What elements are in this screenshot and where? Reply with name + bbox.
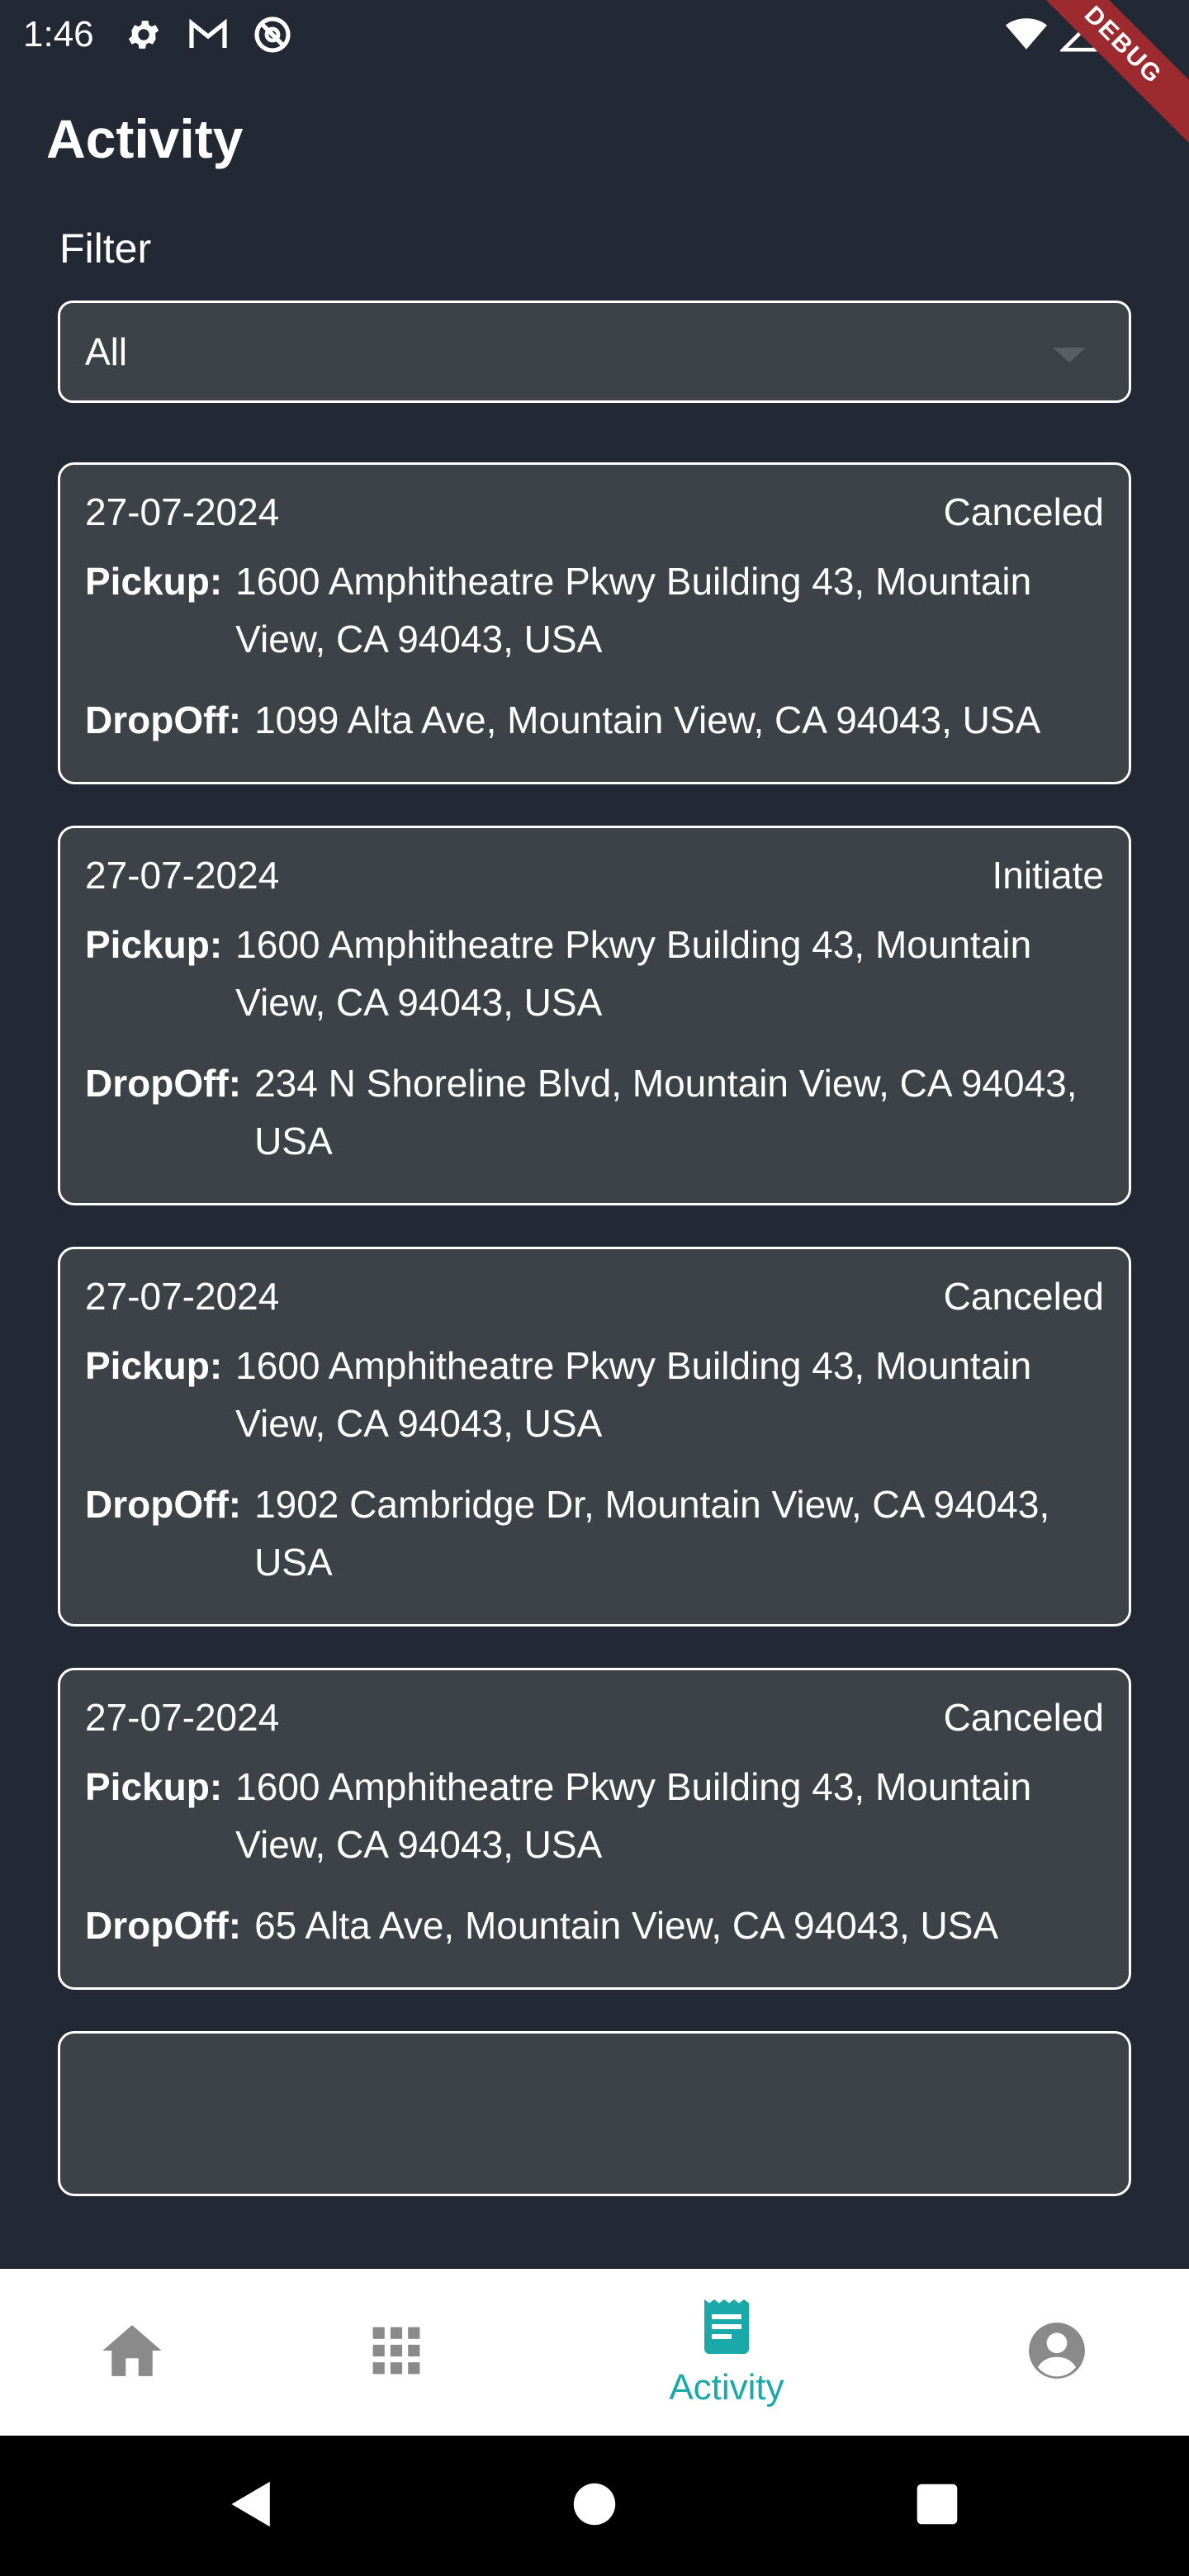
- ride-status: Canceled: [943, 490, 1104, 533]
- pickup-address: 1600 Amphitheatre Pkwy Building 43, Moun…: [235, 560, 1032, 661]
- home-icon: [101, 2323, 163, 2383]
- status-bar: 1:46 DEBUG: [0, 0, 1189, 149]
- gear-icon: [124, 15, 163, 54]
- dropoff-address: 1099 Alta Ave, Mountain View, CA 94043, …: [254, 698, 1041, 741]
- dropoff-address: 234 N Shoreline Blvd, Mountain View, CA …: [254, 1062, 1078, 1163]
- recents-button[interactable]: [892, 2436, 983, 2576]
- ride-status: Initiate: [992, 854, 1104, 897]
- back-icon: [229, 2479, 275, 2533]
- ride-card[interactable]: [58, 2031, 1131, 2196]
- dropoff-address: 65 Alta Ave, Mountain View, CA 94043, US…: [254, 1904, 999, 1947]
- home-button[interactable]: [553, 2436, 636, 2576]
- ride-card[interactable]: 27-07-2024 Canceled Pickup: 1600 Amphith…: [58, 462, 1131, 784]
- receipt-icon: [700, 2297, 753, 2361]
- activity-list[interactable]: 27-07-2024 Canceled Pickup: 1600 Amphith…: [58, 462, 1131, 2269]
- ride-status: Canceled: [943, 1696, 1104, 1739]
- dropoff-label: DropOff:: [85, 1904, 242, 1947]
- ride-card[interactable]: 27-07-2024 Canceled Pickup: 1600 Amphith…: [58, 1247, 1131, 1627]
- ride-date: 27-07-2024: [85, 1275, 280, 1318]
- dropoff-label: DropOff:: [85, 1483, 242, 1526]
- gmail-icon: [188, 15, 228, 54]
- pickup-address: 1600 Amphitheatre Pkwy Building 43, Moun…: [235, 923, 1032, 1024]
- dropoff-address: 1902 Cambridge Dr, Mountain View, CA 940…: [254, 1483, 1050, 1584]
- no-entry-icon: [253, 15, 292, 54]
- ride-status: Canceled: [943, 1275, 1104, 1318]
- pickup-label: Pickup:: [85, 923, 223, 966]
- ride-card[interactable]: 27-07-2024 Canceled Pickup: 1600 Amphith…: [58, 1668, 1131, 1990]
- pickup-label: Pickup:: [85, 1344, 223, 1387]
- apps-grid-icon: [371, 2325, 422, 2380]
- nav-home[interactable]: [83, 2269, 182, 2436]
- ride-card[interactable]: 27-07-2024 Initiate Pickup: 1600 Amphith…: [58, 826, 1131, 1205]
- dropdown-arrow-icon: [1053, 348, 1086, 362]
- dropoff-label: DropOff:: [85, 698, 242, 741]
- ride-date: 27-07-2024: [85, 490, 280, 533]
- filter-label: Filter: [59, 225, 152, 272]
- filter-selected-value: All: [85, 330, 128, 373]
- page-title: Activity: [46, 108, 244, 169]
- pickup-label: Pickup:: [85, 560, 223, 603]
- pickup-address: 1600 Amphitheatre Pkwy Building 43, Moun…: [235, 1344, 1032, 1445]
- debug-banner-clip: DEBUG: [1007, 0, 1189, 182]
- back-button[interactable]: [206, 2436, 297, 2576]
- recents-icon: [915, 2482, 959, 2531]
- status-time: 1:46: [23, 14, 94, 54]
- debug-banner: DEBUG: [1019, 0, 1189, 149]
- bottom-navigation: Activity: [0, 2269, 1189, 2436]
- ride-date: 27-07-2024: [85, 854, 280, 897]
- home-circle-icon: [571, 2481, 618, 2531]
- pickup-label: Pickup:: [85, 1765, 223, 1808]
- filter-dropdown[interactable]: All: [58, 301, 1131, 403]
- account-icon: [1026, 2320, 1087, 2385]
- system-navigation-bar: [0, 2436, 1189, 2576]
- nav-apps[interactable]: [347, 2269, 446, 2436]
- nav-activity-label: Activity: [669, 2366, 784, 2408]
- nav-account[interactable]: [1007, 2269, 1106, 2436]
- ride-date: 27-07-2024: [85, 1696, 280, 1739]
- nav-activity[interactable]: Activity: [628, 2269, 826, 2436]
- dropoff-label: DropOff:: [85, 1062, 242, 1105]
- pickup-address: 1600 Amphitheatre Pkwy Building 43, Moun…: [235, 1765, 1032, 1866]
